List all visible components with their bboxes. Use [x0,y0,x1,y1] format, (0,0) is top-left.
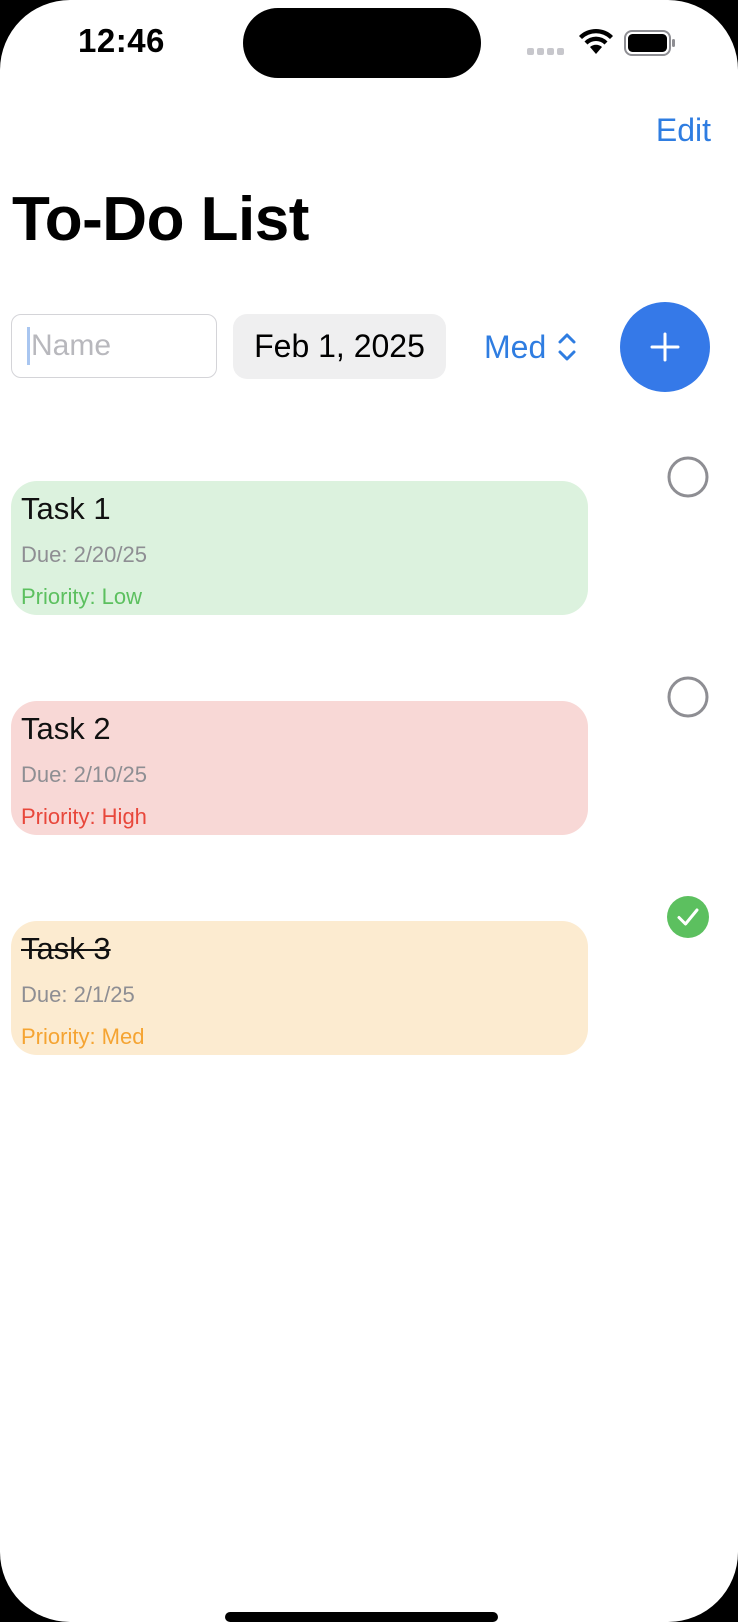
chevron-up-down-icon [558,333,576,361]
page-title: To-Do List [12,185,309,254]
task-priority: Priority: High [21,804,147,829]
task-3-complete-toggle[interactable] [667,896,709,938]
priority-picker[interactable]: Med [484,326,578,368]
task-due-date: Due: 2/10/25 [21,762,147,787]
task-name: Task 3 [21,931,111,966]
priority-picker-value: Med [484,328,547,365]
edit-button[interactable]: Edit [656,112,711,149]
add-task-button[interactable] [620,302,710,392]
task-due-date: Due: 2/1/25 [21,982,135,1007]
task-due-date: Due: 2/20/25 [21,542,147,567]
home-indicator[interactable] [225,1612,498,1622]
wifi-icon [579,28,613,54]
task-name: Task 2 [21,711,111,746]
name-input[interactable]: Name [11,314,217,378]
status-time: 12:46 [78,22,165,59]
app-screen: 12:46 Edit To-Do List Name Feb 1, 2025 M… [0,0,738,1622]
task-priority: Priority: Low [21,584,143,609]
due-date-picker[interactable]: Feb 1, 2025 [233,314,446,379]
task-priority: Priority: Med [21,1024,145,1049]
name-placeholder: Name [31,329,112,362]
task-card-2[interactable]: Task 2 Due: 2/10/25 Priority: High [11,701,588,835]
plus-icon [650,332,680,362]
cellular-signal-icon [527,48,565,56]
task-1-complete-toggle[interactable] [667,456,709,498]
battery-icon [624,30,675,56]
task-2-complete-toggle[interactable] [667,676,709,718]
task-name: Task 1 [21,491,111,526]
text-cursor [27,327,30,365]
dynamic-island [243,8,481,78]
task-card-3[interactable]: Task 3 Due: 2/1/25 Priority: Med [11,921,588,1055]
task-card-1[interactable]: Task 1 Due: 2/20/25 Priority: Low [11,481,588,615]
